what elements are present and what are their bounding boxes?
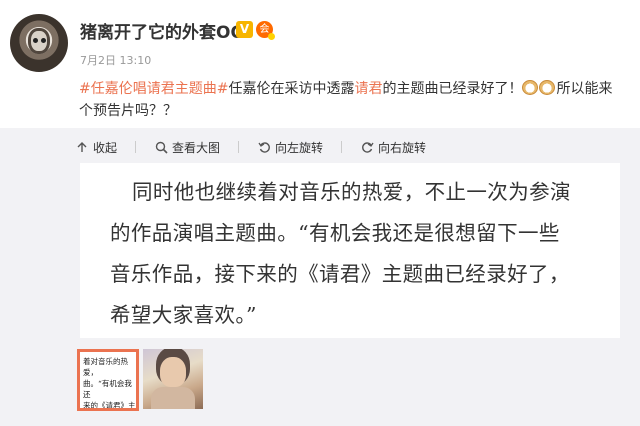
emoji-icon [522, 80, 539, 95]
rotate-left-label: 向左旋转 [275, 140, 324, 155]
thumbnail-text: 着对音乐的热爱， 曲。“有机会我还 来的《请君》主题 [83, 356, 136, 410]
rotate-right-icon [360, 140, 374, 154]
post-text: #任嘉伦唱请君主题曲#任嘉伦在采访中透露请君的主题曲已经录好了！ 所以能来个预告片… [79, 78, 619, 122]
toolbar-divider [238, 141, 240, 153]
topic-link[interactable]: #任嘉伦唱请君主题曲# [79, 81, 228, 97]
emoji-icon [539, 80, 556, 95]
rotate-left-icon [257, 140, 271, 154]
toolbar-divider [341, 141, 343, 153]
image-text: 同时他也继续着对音乐的热爱，不止一次为参演 的作品演唱主题曲。“有机会我还是很想… [110, 172, 590, 336]
collapse-label: 收起 [93, 140, 118, 155]
view-large-button[interactable]: 查看大图 [154, 139, 220, 156]
view-large-label: 查看大图 [172, 140, 221, 155]
rotate-right-button[interactable]: 向右旋转 [360, 139, 426, 156]
image-text-line: 音乐作品，接下来的《请君》主题曲已经录好了， [110, 262, 570, 286]
username[interactable]: 猪离开了它的外套OO [80, 18, 245, 43]
member-badge[interactable]: 会 [256, 21, 275, 40]
thumbnail-text-line: 来的《请君》主题 [83, 401, 136, 410]
vip-badge[interactable]: V [236, 21, 253, 38]
collapse-button[interactable]: 收起 [75, 139, 117, 156]
avatar-eye-right [41, 38, 46, 43]
thumbnail-text-line: 曲。“有机会我还 [83, 379, 132, 399]
thumbnail-strip: 着对音乐的热爱， 曲。“有机会我还 来的《请君》主题 [77, 349, 203, 413]
post-text-segment: 的主题曲已经录好了！ [382, 81, 523, 97]
photo-figure-body [151, 387, 195, 409]
image-text-line: 希望大家喜欢。” [110, 303, 257, 327]
collapse-icon [75, 140, 89, 154]
thumbnail-photo[interactable] [143, 349, 203, 409]
keyword-link[interactable]: 请君 [354, 81, 382, 97]
post-image-large[interactable]: 同时他也继续着对音乐的热爱，不止一次为参演 的作品演唱主题曲。“有机会我还是很想… [80, 163, 620, 338]
avatar[interactable] [10, 14, 68, 72]
rotate-right-label: 向右旋转 [378, 140, 427, 155]
post-header: 猪离开了它的外套OO V 会 7月2日 13:10 #任嘉伦唱请君主题曲#任嘉伦… [0, 0, 640, 128]
avatar-eye-left [33, 38, 38, 43]
thumbnail-text-line: 着对音乐的热爱， [83, 357, 128, 377]
image-text-line: 同时他也继续着对音乐的热爱，不止一次为参演 [132, 180, 571, 204]
image-text-line: 的作品演唱主题曲。“有机会我还是很想留下一些 [110, 221, 560, 245]
toolbar-divider [135, 141, 137, 153]
rotate-left-button[interactable]: 向左旋转 [257, 139, 323, 156]
image-toolbar: 收起 查看大图 向左旋转 向右旋转 [75, 137, 444, 157]
zoom-icon [154, 140, 168, 154]
avatar-face [28, 28, 50, 54]
post-text-segment: 任嘉伦在采访中透露 [228, 81, 355, 97]
thumbnail-text-image[interactable]: 着对音乐的热爱， 曲。“有机会我还 来的《请君》主题 [77, 349, 139, 411]
post-timestamp[interactable]: 7月2日 13:10 [80, 52, 151, 68]
photo-figure-head [160, 357, 186, 387]
